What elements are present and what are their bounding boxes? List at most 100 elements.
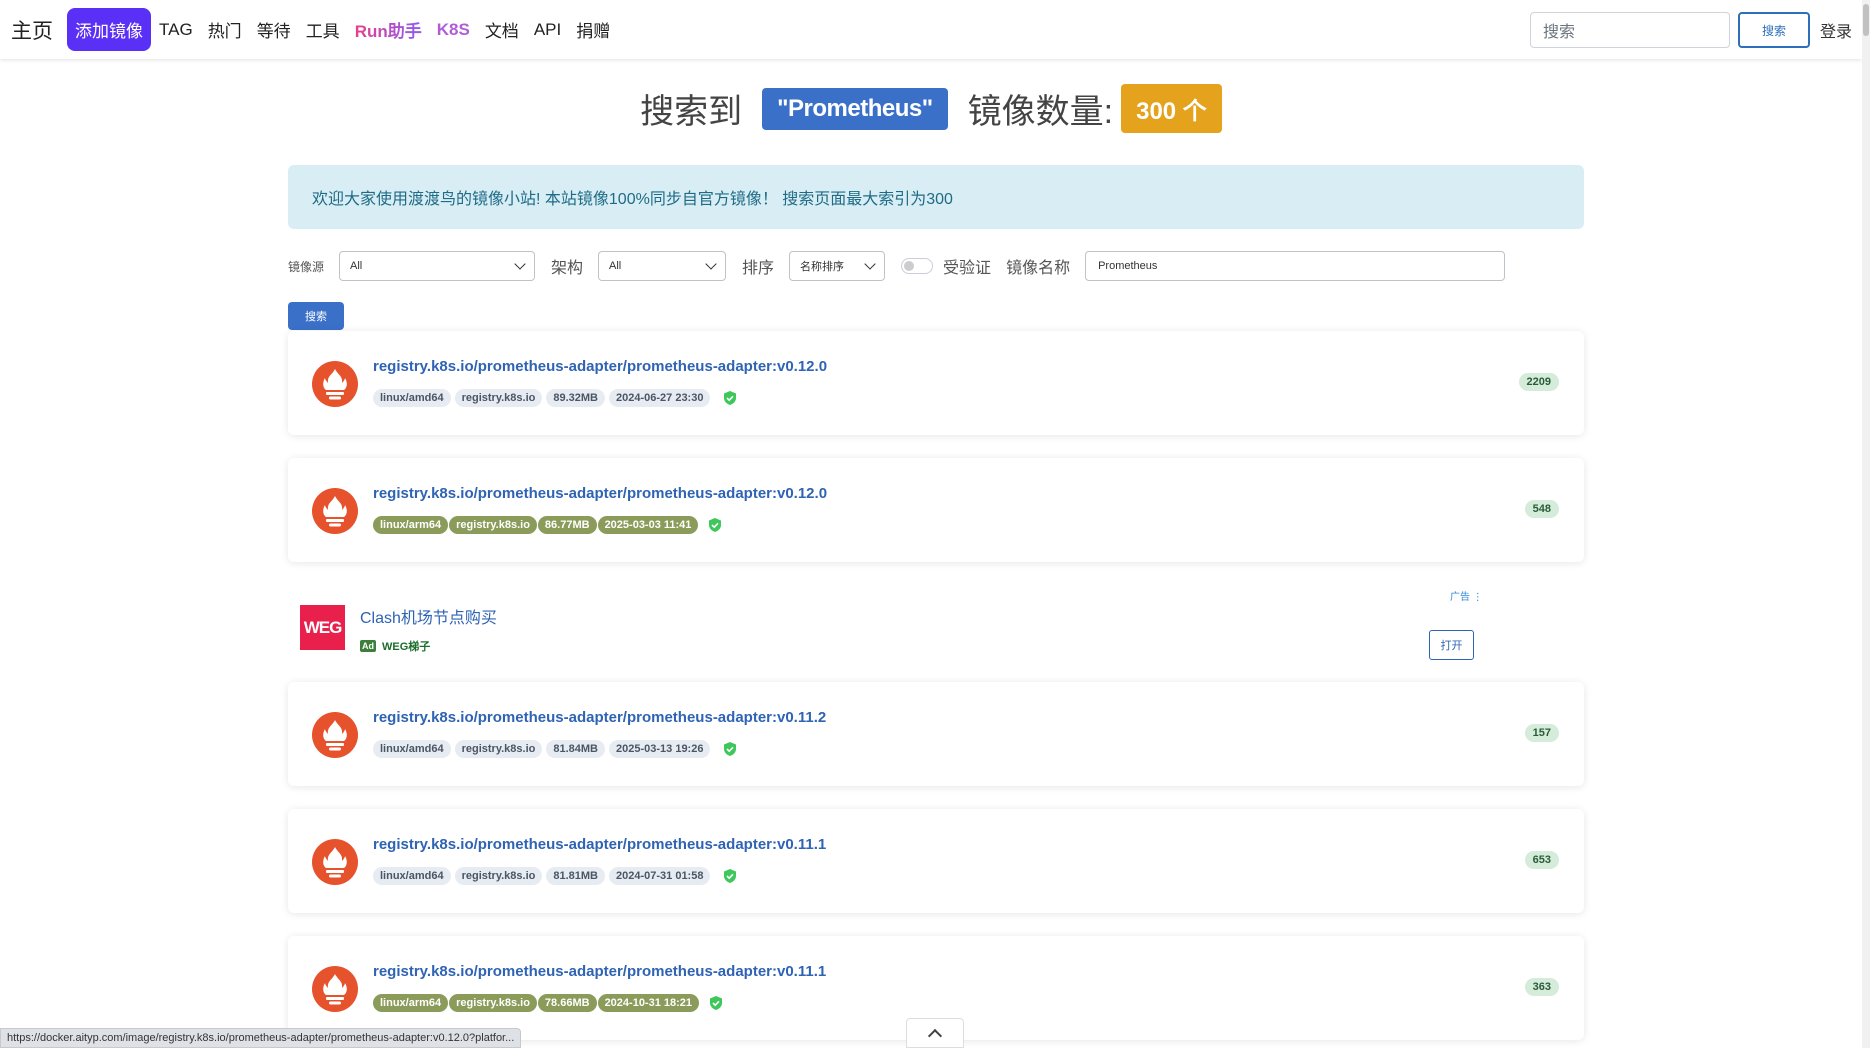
registry-tag: registry.k8s.io [449,516,537,534]
nav-search-input[interactable]: 搜索 [1530,12,1730,48]
image-title-link[interactable]: registry.k8s.io/prometheus-adapter/prome… [373,836,826,853]
image-tags: linux/amd64 registry.k8s.io 89.32MB 2024… [373,389,738,407]
prometheus-logo-icon [312,839,358,885]
back-to-top-button[interactable] [906,1018,964,1048]
ad-advertiser: Ad WEG梯子 [360,638,430,654]
ad-label[interactable]: 广告 ⋮ [1450,588,1483,603]
chevron-up-icon [928,1029,942,1043]
filter-search-button[interactable]: 搜索 [288,302,344,330]
name-label: 镜像名称 [1006,254,1070,278]
date-tag: 2025-03-13 19:26 [609,740,710,758]
registry-tag: registry.k8s.io [455,740,543,758]
size-tag: 81.84MB [546,740,605,758]
size-tag: 78.66MB [538,994,597,1012]
nav-run-helper[interactable]: Run助手 [355,17,422,42]
ad-mark: Ad [360,640,376,652]
image-title-link[interactable]: registry.k8s.io/prometheus-adapter/prome… [373,709,826,726]
size-tag: 89.32MB [546,389,605,407]
date-tag: 2025-03-03 11:41 [598,516,699,534]
registry-tag: registry.k8s.io [455,389,543,407]
ad-open-button[interactable]: 打开 [1429,630,1474,660]
arch-select[interactable]: All [598,251,726,281]
search-result-heading: 搜索到 "Prometheus" 镜像数量: 300 个 [0,84,1862,133]
info-alert: 欢迎大家使用渡渡鸟的镜像小站! 本站镜像100%同步自官方镜像！ 搜索页面最大索… [288,165,1584,229]
nav-tools[interactable]: 工具 [306,17,340,42]
verified-shield-icon [707,517,723,533]
image-name-input[interactable]: Prometheus [1085,251,1505,281]
nav-home[interactable]: 主页 [11,15,53,45]
login-link[interactable]: 登录 [1820,18,1852,42]
nav-api[interactable]: API [534,20,561,40]
arch-label: 架构 [551,254,583,278]
more-vert-icon: ⋮ [1473,592,1483,603]
pull-count-badge: 548 [1525,500,1559,518]
image-tags: linux/amd64 registry.k8s.io 81.81MB 2024… [373,867,738,885]
date-tag: 2024-06-27 23:30 [609,389,710,407]
image-title-link[interactable]: registry.k8s.io/prometheus-adapter/prome… [373,358,827,375]
arch-tag: linux/amd64 [373,867,451,885]
page-scrollbar[interactable] [1862,0,1870,1048]
registry-tag: registry.k8s.io [449,994,537,1012]
result-card[interactable]: registry.k8s.io/prometheus-adapter/prome… [288,458,1584,562]
image-tags: linux/amd64 registry.k8s.io 81.84MB 2025… [373,740,738,758]
verified-shield-icon [708,995,724,1011]
chevron-down-icon [705,258,716,269]
ad-logo: WEG [300,605,345,650]
chevron-down-icon [514,258,525,269]
browser-status-bar: https://docker.aityp.com/image/registry.… [0,1028,521,1048]
nav-search-area: 搜索 搜索 登录 [1530,12,1862,48]
arch-tag: linux/amd64 [373,389,451,407]
prometheus-logo-icon [312,361,358,407]
prometheus-logo-icon [312,712,358,758]
source-select[interactable]: All [339,251,535,281]
ad-advertiser-name: WEG梯子 [382,638,430,654]
chevron-down-icon [864,258,875,269]
query-badge: "Prometheus" [762,88,947,130]
result-card[interactable]: registry.k8s.io/prometheus-adapter/prome… [288,809,1584,913]
arch-select-value: All [609,260,621,272]
result-card[interactable]: registry.k8s.io/prometheus-adapter/prome… [288,331,1584,435]
arch-tag: linux/arm64 [373,994,448,1012]
pull-count-badge: 363 [1525,978,1559,996]
ad-block[interactable]: WEG Clash机场节点购买 Ad WEG梯子 广告 ⋮ 打开 [288,580,1488,680]
pull-count-badge: 157 [1525,724,1559,742]
nav-donate[interactable]: 捐赠 [576,17,610,42]
image-title-link[interactable]: registry.k8s.io/prometheus-adapter/prome… [373,963,826,980]
date-tag: 2024-07-31 01:58 [609,867,710,885]
pull-count-badge: 653 [1525,851,1559,869]
image-tags: linux/arm64 registry.k8s.io 78.66MB 2024… [373,994,724,1012]
sort-label: 排序 [742,254,774,278]
top-navbar: 主页 添加镜像 TAG 热门 等待 工具 Run助手 K8S 文档 API 捐赠… [0,0,1862,59]
nav-hot[interactable]: 热门 [208,17,242,42]
source-label: 镜像源 [288,258,324,275]
nav-search-button[interactable]: 搜索 [1738,12,1810,48]
ad-title-link[interactable]: Clash机场节点购买 [360,604,497,628]
result-card[interactable]: registry.k8s.io/prometheus-adapter/prome… [288,682,1584,786]
date-tag: 2024-10-31 18:21 [598,994,699,1012]
image-tags: linux/arm64 registry.k8s.io 86.77MB 2025… [373,516,723,534]
nav-add-image[interactable]: 添加镜像 [67,8,151,51]
count-badge: 300 个 [1121,84,1222,133]
nav-waiting[interactable]: 等待 [257,17,291,42]
prometheus-logo-icon [312,966,358,1012]
image-title-link[interactable]: registry.k8s.io/prometheus-adapter/prome… [373,485,827,502]
scrollbar-thumb[interactable] [1863,4,1869,36]
sort-select-value: 名称排序 [800,258,844,274]
nav-k8s[interactable]: K8S [437,20,470,40]
arch-tag: linux/arm64 [373,516,448,534]
filter-bar: 镜像源 All 架构 All 排序 名称排序 受验证 镜像名称 Promethe… [288,251,1505,281]
source-select-value: All [350,260,362,272]
arch-tag: linux/amd64 [373,740,451,758]
sort-select[interactable]: 名称排序 [789,251,885,281]
count-label: 镜像数量: [968,84,1113,133]
verified-shield-icon [722,868,738,884]
prometheus-logo-icon [312,488,358,534]
verified-shield-icon [722,390,738,406]
verified-label: 受验证 [943,254,991,278]
nav-docs[interactable]: 文档 [485,17,519,42]
verified-shield-icon [722,741,738,757]
size-tag: 81.81MB [546,867,605,885]
size-tag: 86.77MB [538,516,597,534]
nav-tag[interactable]: TAG [159,20,193,40]
verified-toggle[interactable] [901,258,933,274]
